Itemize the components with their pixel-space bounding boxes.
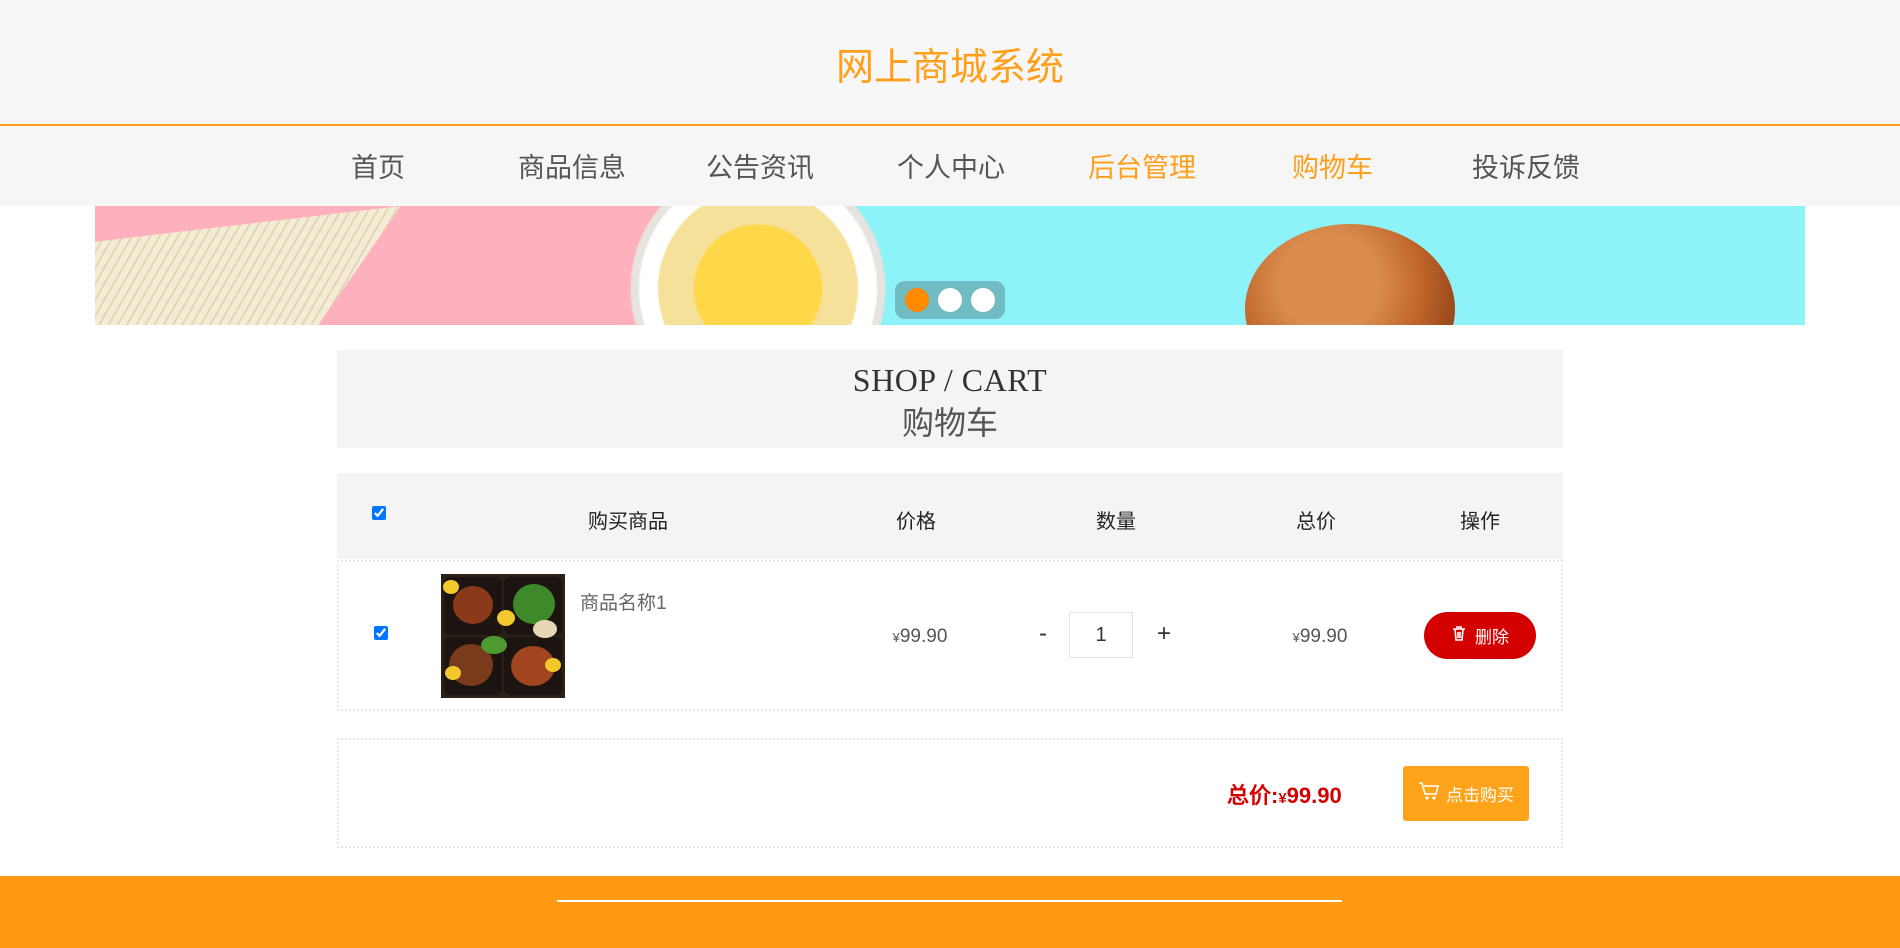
nav-item-feedback[interactable]: 投诉反馈 (1472, 146, 1580, 185)
trash-icon (1451, 625, 1467, 647)
product-image[interactable] (441, 574, 565, 698)
carousel-dot-3[interactable] (971, 288, 995, 312)
carousel-dot-1[interactable] (905, 288, 929, 312)
section-title-cn: 购物车 (901, 405, 998, 441)
header-price: 价格 (896, 511, 936, 533)
footer-divider (557, 900, 1342, 902)
product-name[interactable]: 商品名称1 (580, 588, 667, 615)
nav-item-admin[interactable]: 后台管理 (1088, 146, 1196, 185)
header-subtotal: 总价 (1296, 511, 1336, 533)
section-heading: SHOP / CART 购物车 (337, 350, 1563, 448)
site-header: 网上商城系统 (0, 0, 1900, 126)
total-price: 总价:¥99.90 (1227, 778, 1342, 810)
currency-symbol: ¥ (1278, 790, 1287, 807)
nav-item-cart[interactable]: 购物车 (1292, 146, 1373, 185)
nav-item-news[interactable]: 公告资讯 (706, 146, 814, 185)
header-quantity: 数量 (1096, 511, 1136, 533)
egg-bowl-image (603, 206, 913, 325)
quantity-input[interactable] (1069, 612, 1133, 658)
main-nav: 首页 商品信息 公告资讯 个人中心 后台管理 购物车 投诉反馈 (0, 126, 1900, 206)
header-actions: 操作 (1460, 511, 1500, 533)
section-title-en: SHOP / CART (852, 362, 1048, 398)
nav-item-home[interactable]: 首页 (351, 146, 405, 185)
header-product: 购买商品 (588, 511, 668, 533)
carousel-dot-2[interactable] (938, 288, 962, 312)
nav-item-profile[interactable]: 个人中心 (897, 146, 1005, 185)
row-subtotal: ¥99.90 (1293, 626, 1348, 648)
cart-table-header: 购买商品 价格 数量 总价 操作 (337, 473, 1563, 559)
delete-button[interactable]: 删除 (1424, 612, 1536, 659)
page-footer (0, 876, 1900, 948)
buy-label: 点击购买 (1446, 786, 1514, 805)
row-subtotal-value: 99.90 (1299, 626, 1348, 647)
decrease-quantity-button[interactable]: - (1039, 620, 1047, 648)
total-value: 99.90 (1286, 783, 1342, 808)
select-all-checkbox[interactable] (372, 506, 386, 520)
noodles-image (95, 206, 401, 325)
nav-item-products[interactable]: 商品信息 (518, 146, 626, 185)
cart-row: 商品名称1 ¥99.90 - + ¥99.90 删除 (337, 560, 1563, 711)
cart-summary: 总价:¥99.90 点击购买 (337, 738, 1563, 848)
site-title: 网上商城系统 (835, 47, 1064, 89)
delete-label: 删除 (1475, 628, 1509, 647)
cart-icon (1418, 781, 1440, 806)
total-label-text: 总价: (1227, 783, 1279, 808)
increase-quantity-button[interactable]: + (1157, 620, 1171, 648)
row-checkbox[interactable] (374, 626, 388, 640)
carousel-indicators (895, 281, 1005, 319)
unit-price-value: 99.90 (899, 626, 948, 647)
buy-button[interactable]: 点击购买 (1403, 766, 1529, 821)
unit-price: ¥99.90 (893, 626, 948, 648)
